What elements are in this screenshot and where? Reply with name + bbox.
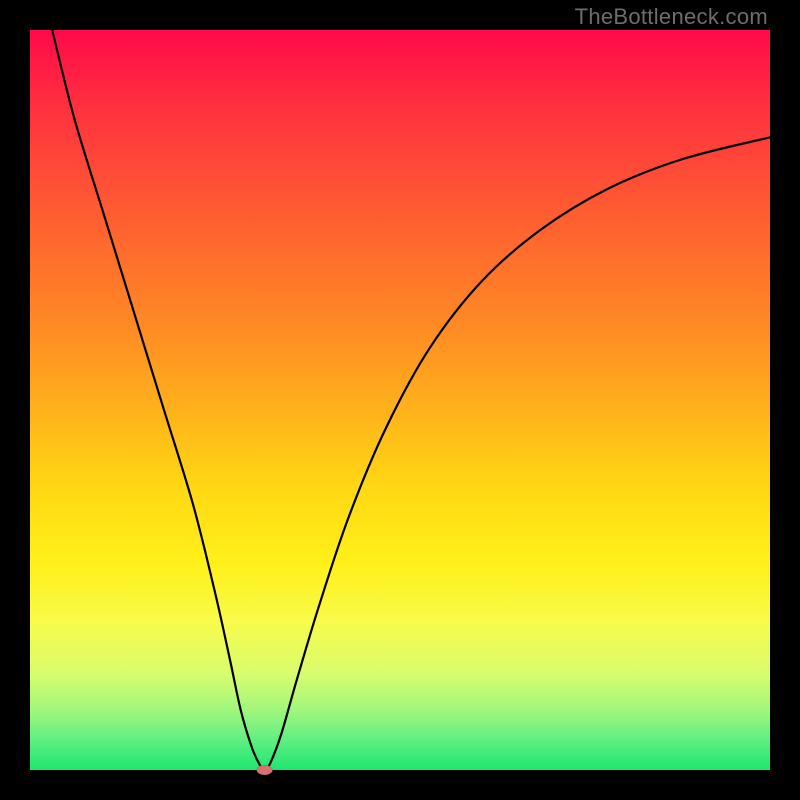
optimum-marker [257, 765, 273, 775]
curve-svg [30, 30, 770, 770]
plot-area [30, 30, 770, 770]
chart-frame: TheBottleneck.com [0, 0, 800, 800]
bottleneck-curve [52, 30, 770, 770]
watermark-text: TheBottleneck.com [575, 4, 768, 30]
